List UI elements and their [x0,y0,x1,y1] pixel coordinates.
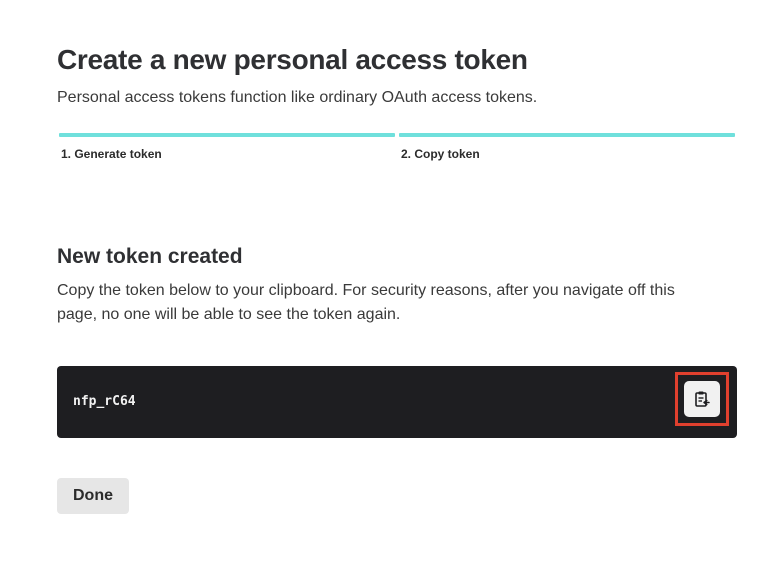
copy-token-button[interactable] [684,381,720,417]
step-progress-bar [59,133,395,137]
page-subtitle: Personal access tokens function like ord… [57,89,538,106]
token-value[interactable]: nfp_rC64 [73,394,135,409]
token-display: nfp_rC64 [57,366,737,438]
step-progress-bar [399,133,735,137]
step-label: 2. Copy token [401,147,480,161]
token-page: Create a new personal access token Perso… [0,0,757,574]
stepper: 1. Generate token 2. Copy token [57,133,737,173]
section-description: Copy the token below to your clipboard. … [57,282,675,323]
clipboard-copy-icon [695,391,710,407]
step-copy-token: 2. Copy token [399,133,735,161]
page-title: Create a new personal access token [57,44,528,75]
step-generate-token: 1. Generate token [59,133,395,161]
step-label: 1. Generate token [61,147,162,161]
section-title: New token created [57,245,243,268]
done-button[interactable]: Done [57,478,129,514]
